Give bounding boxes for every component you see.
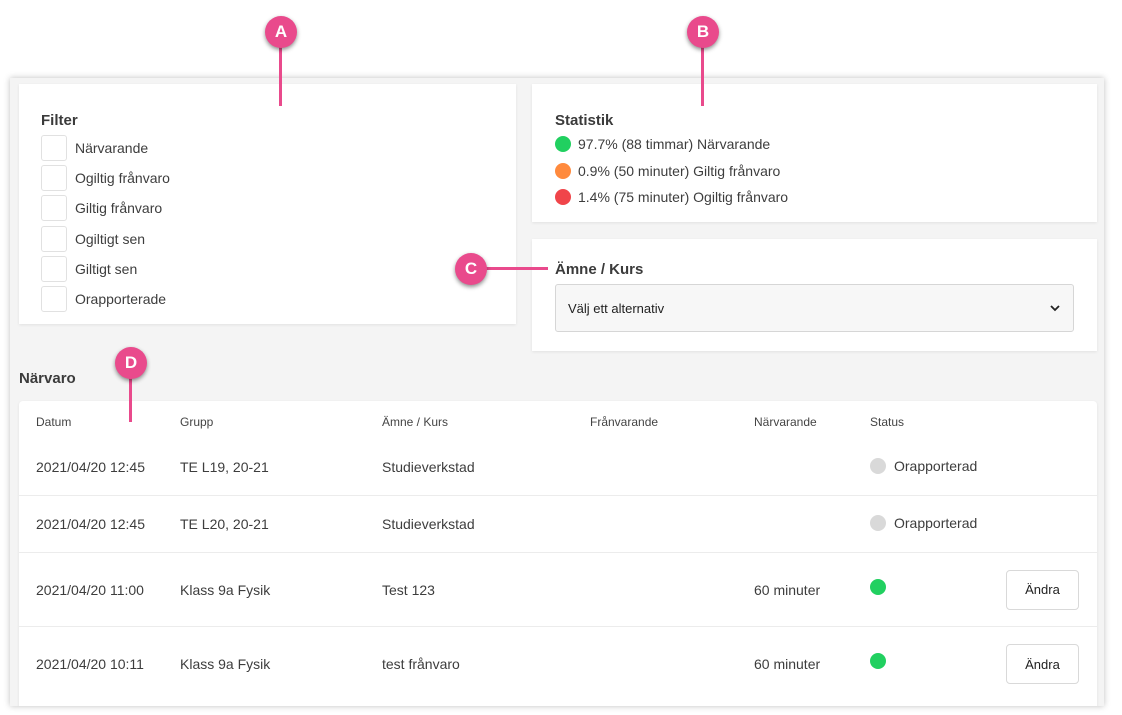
cell-status (870, 578, 894, 595)
callout-b-label: B (696, 22, 710, 41)
chevron-down-icon (1049, 302, 1061, 314)
filter-title: Filter (41, 112, 78, 129)
stat-text: 97.7% (88 timmar) Närvarande (578, 136, 771, 153)
checkbox[interactable] (41, 286, 67, 313)
callout-b-leader (701, 46, 704, 106)
table-row: 2021/04/20 12:45 TE L19, 20-21 Studiever… (19, 439, 1097, 496)
course-select[interactable]: Välj ett alternativ (555, 284, 1074, 332)
cell-course: Studieverkstad (382, 516, 475, 532)
course-title: Ämne / Kurs (555, 261, 644, 278)
filter-item-ogiltig-franvaro[interactable]: Ogiltig frånvaro (41, 163, 170, 193)
attendance-table: Datum Grupp Ämne / Kurs Frånvarande Närv… (19, 401, 1097, 706)
status-dot-icon (555, 136, 571, 153)
cell-course: Test 123 (382, 581, 435, 598)
statistics-title: Statistik (555, 112, 614, 129)
callout-d: D (115, 347, 147, 379)
callout-c: C (455, 253, 487, 285)
stat-item: 97.7% (88 timmar) Närvarande (555, 131, 788, 158)
checkbox[interactable] (41, 255, 67, 282)
cell-status: Orapporterad (870, 515, 977, 531)
checkbox[interactable] (41, 225, 67, 252)
cell-course: test frånvaro (382, 656, 460, 672)
cell-date: 2021/04/20 11:00 (36, 581, 144, 598)
stat-item: 1.4% (75 minuter) Ogiltig frånvaro (555, 184, 788, 211)
table-row: 2021/04/20 11:00 Klass 9a Fysik Test 123… (19, 553, 1097, 627)
cell-date: 2021/04/20 10:11 (36, 656, 144, 672)
cell-present: 60 minuter (754, 581, 821, 598)
status-dot-icon (870, 653, 886, 669)
statistics-list: 97.7% (88 timmar) Närvarande 0.9% (50 mi… (555, 131, 788, 211)
cell-group: Klass 9a Fysik (180, 656, 271, 672)
filter-label: Giltigt sen (75, 260, 138, 277)
cell-date: 2021/04/20 12:45 (36, 459, 145, 475)
column-header-status: Status (870, 415, 905, 429)
callout-c-leader (486, 267, 548, 270)
callout-b: B (687, 16, 719, 48)
cell-group: TE L20, 20-21 (180, 516, 269, 532)
cell-group: TE L19, 20-21 (180, 459, 269, 475)
attendance-title: Närvaro (19, 370, 76, 387)
cell-status (870, 653, 894, 669)
filter-label: Orapporterade (75, 291, 167, 308)
filter-item-orapporterade[interactable]: Orapporterade (41, 284, 170, 314)
filter-label: Ogiltigt sen (75, 230, 146, 247)
filter-item-giltig-franvaro[interactable]: Giltig frånvaro (41, 193, 170, 223)
course-panel: Ämne / Kurs Välj ett alternativ (532, 239, 1097, 351)
edit-button[interactable]: Ändra (1006, 569, 1079, 610)
callout-a-label: A (274, 22, 288, 41)
filter-item-ogiltigt-sen[interactable]: Ogiltigt sen (41, 224, 170, 254)
stat-item: 0.9% (50 minuter) Giltig frånvaro (555, 158, 788, 185)
callout-c-label: C (464, 259, 478, 278)
filter-label: Ogiltig frånvaro (75, 170, 170, 187)
callout-d-label: D (124, 353, 138, 372)
column-header-group: Grupp (180, 415, 214, 429)
checkbox[interactable] (41, 195, 67, 222)
status-dot-icon (555, 189, 571, 206)
cell-status: Orapporterad (870, 458, 977, 474)
table-row: 2021/04/20 10:11 Klass 9a Fysik test frå… (19, 627, 1097, 701)
status-dot-icon (870, 578, 886, 595)
callout-d-leader (129, 377, 132, 422)
status-text: Orapporterad (894, 515, 978, 531)
column-header-present: Närvarande (754, 415, 817, 429)
column-header-absent: Frånvarande (590, 415, 659, 429)
filter-item-giltigt-sen[interactable]: Giltigt sen (41, 254, 170, 284)
status-dot-icon (870, 458, 886, 474)
filter-item-narvarande[interactable]: Närvarande (41, 133, 170, 163)
stat-text: 0.9% (50 minuter) Giltig frånvaro (578, 162, 781, 179)
course-select-value: Välj ett alternativ (568, 300, 665, 316)
cell-course: Studieverkstad (382, 459, 475, 475)
filter-list: Närvarande Ogiltig frånvaro Giltig frånv… (41, 133, 170, 314)
stat-text: 1.4% (75 minuter) Ogiltig frånvaro (578, 189, 789, 206)
callout-a-leader (279, 46, 282, 106)
cell-group: Klass 9a Fysik (180, 581, 271, 598)
callout-a: A (265, 16, 297, 48)
status-dot-icon (555, 162, 571, 179)
app-frame: Filter Närvarande Ogiltig frånvaro Gilti… (10, 78, 1104, 706)
column-header-date: Datum (36, 415, 72, 429)
checkbox[interactable] (41, 135, 67, 162)
statistics-panel: Statistik 97.7% (88 timmar) Närvarande 0… (532, 84, 1097, 222)
column-header-course: Ämne / Kurs (382, 415, 449, 429)
status-text: Orapporterad (894, 458, 978, 474)
filter-label: Giltig frånvaro (75, 200, 163, 217)
status-dot-icon (870, 515, 886, 531)
table-row: 2021/04/20 12:45 TE L20, 20-21 Studiever… (19, 496, 1097, 553)
filter-label: Närvarande (75, 140, 149, 157)
cell-present: 60 minuter (754, 656, 821, 672)
filter-panel: Filter Närvarande Ogiltig frånvaro Gilti… (19, 84, 516, 324)
edit-button[interactable]: Ändra (1006, 644, 1079, 684)
cell-date: 2021/04/20 12:45 (36, 516, 145, 532)
checkbox[interactable] (41, 165, 67, 192)
